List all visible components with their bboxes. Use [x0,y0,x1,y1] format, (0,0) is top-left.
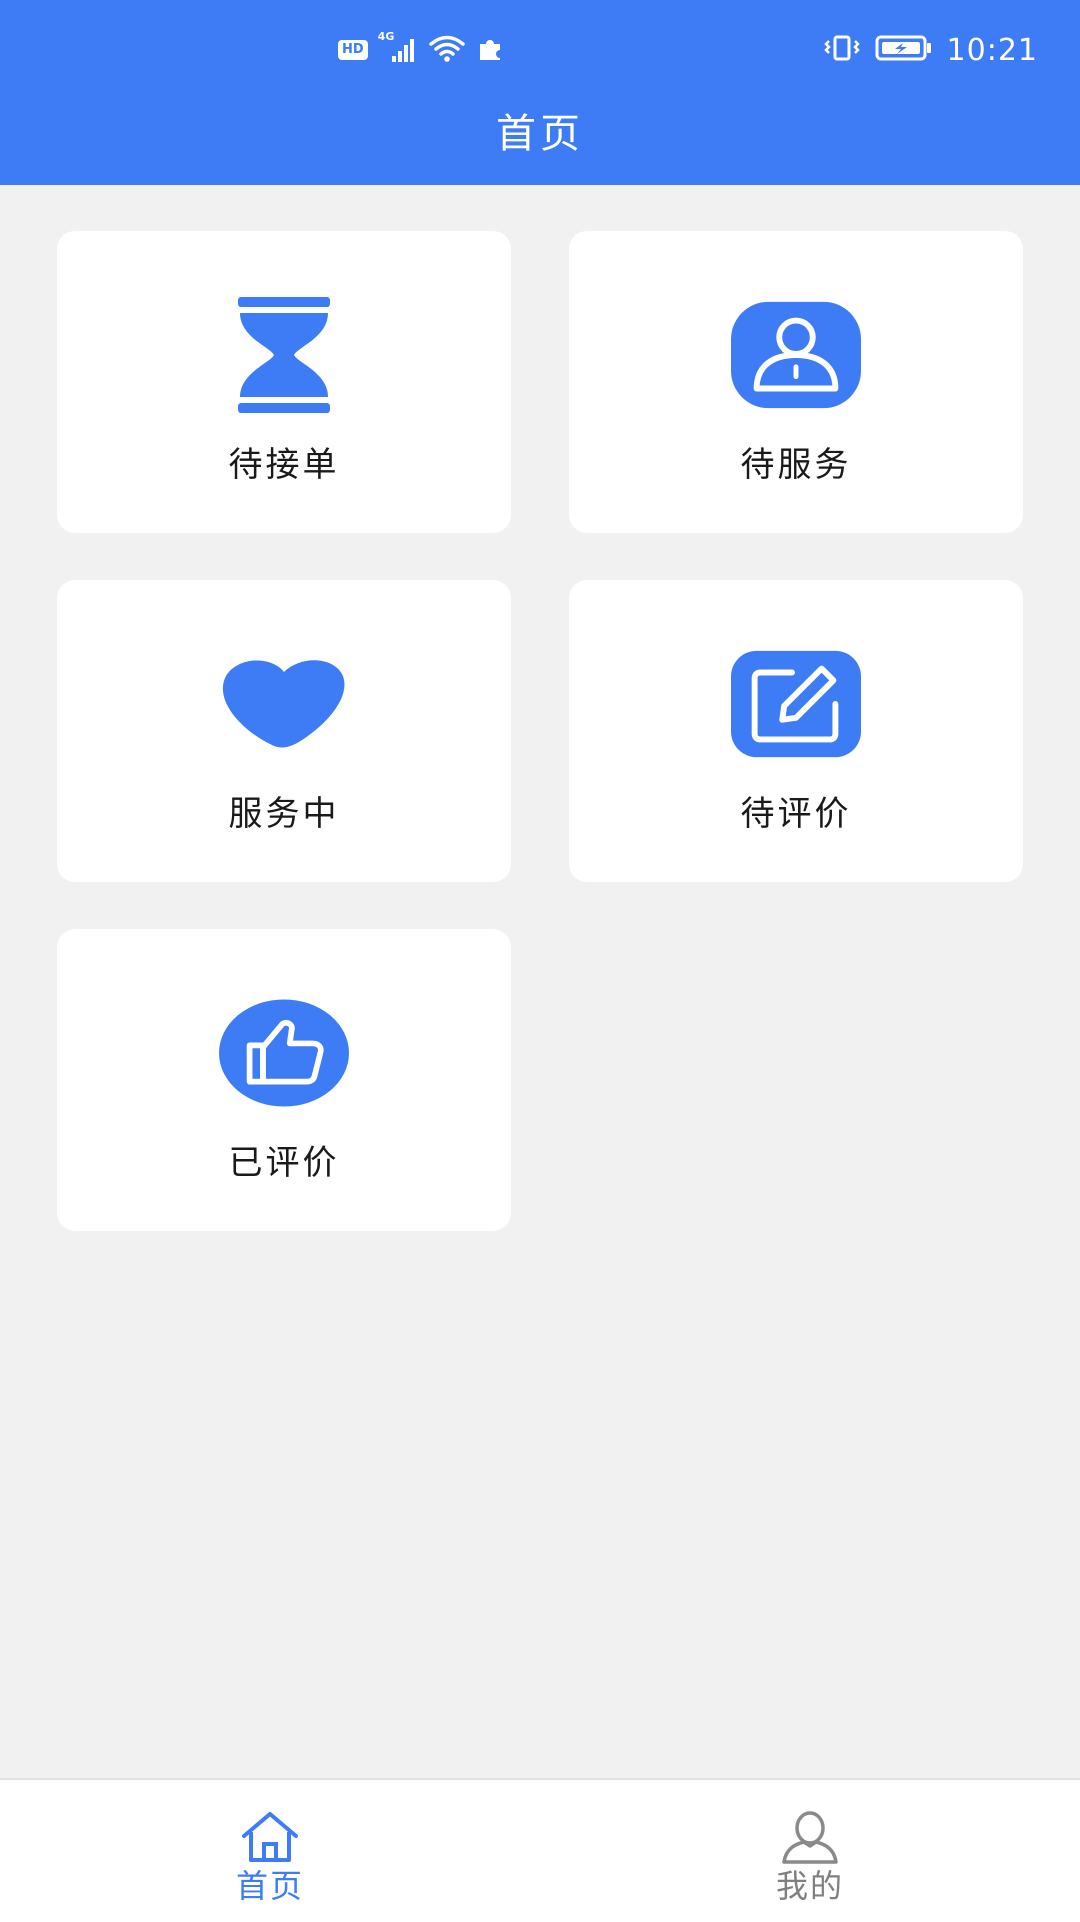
home-icon [240,1810,300,1868]
card-pending-review[interactable]: 待评价 [569,580,1023,882]
heart-icon [219,648,349,760]
card-in-service[interactable]: 服务中 [57,580,511,882]
hourglass-icon [219,297,349,413]
card-label: 已评价 [228,1143,340,1183]
hd-badge: HD [338,40,368,60]
thumbs-up-icon [219,997,349,1109]
card-reviewed[interactable]: 已评价 [57,929,511,1231]
bottom-navigation: 首页 我的 [0,1778,1080,1922]
nav-item-home[interactable]: 首页 [0,1780,540,1922]
vibrate-icon [823,33,861,67]
edit-icon [731,648,861,760]
card-pending-service[interactable]: 待服务 [569,231,1023,533]
app-header: HD 4G 10:21 首页 [0,0,1080,185]
network-label: 4G [377,30,395,43]
status-bar-right: 10:21 [823,26,1038,74]
nav-label-mine: 我的 [775,1867,844,1905]
card-label: 待评价 [740,794,852,834]
card-label: 待接单 [228,445,340,485]
battery-icon [875,34,933,66]
signal-icon: 4G [378,30,418,64]
nav-label-home: 首页 [235,1867,304,1905]
card-label: 服务中 [228,794,340,834]
user-icon [731,299,861,411]
nav-item-mine[interactable]: 我的 [540,1780,1080,1922]
card-label: 待服务 [740,445,852,485]
page-title: 首页 [496,111,584,157]
status-bar-left: HD 4G [338,30,504,68]
status-time: 10:21 [946,32,1038,68]
card-pending-accept[interactable]: 待接单 [57,231,511,533]
wifi-icon [428,33,466,67]
puzzle-icon [476,34,504,66]
person-icon [780,1810,840,1868]
